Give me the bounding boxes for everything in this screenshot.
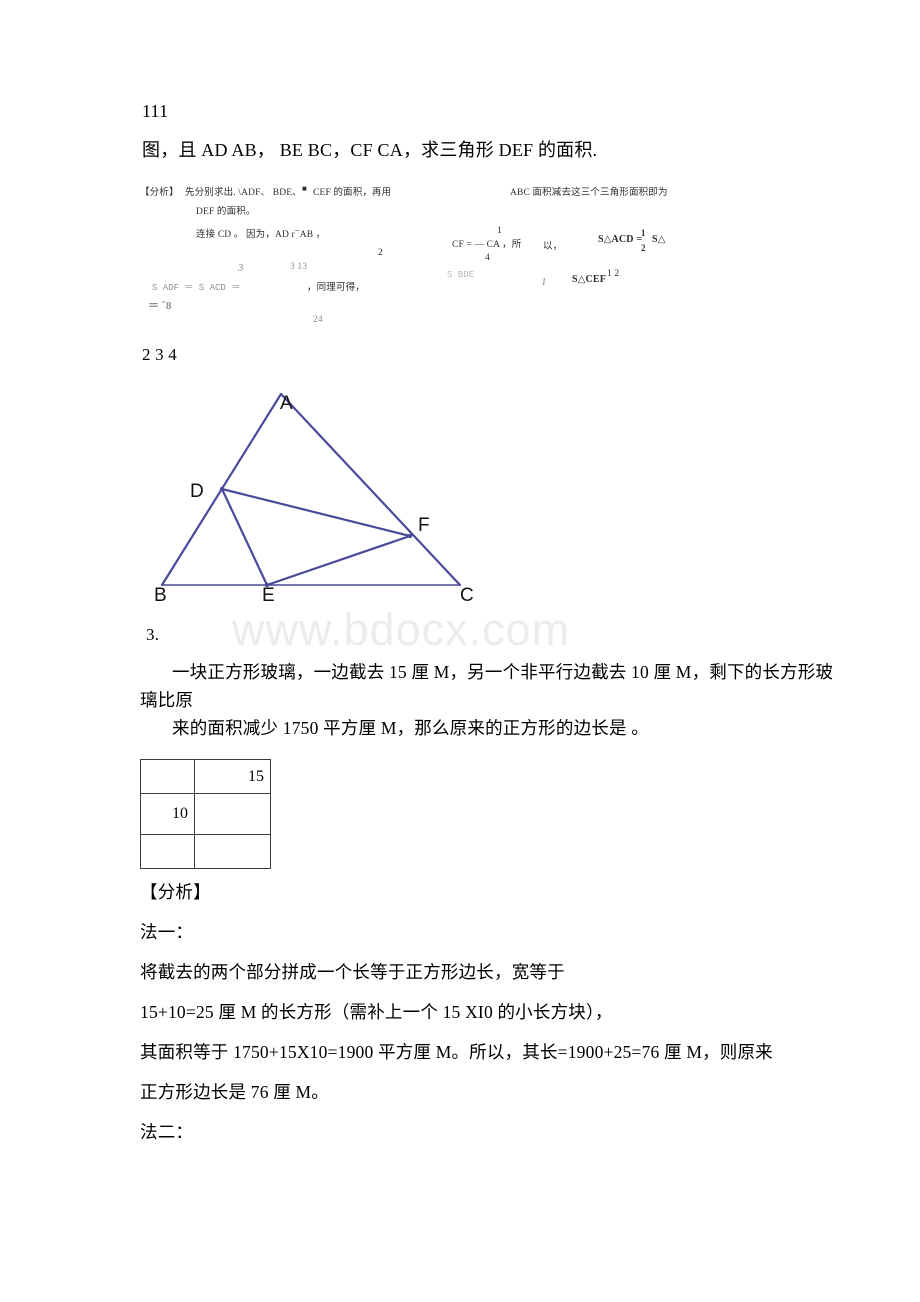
segment-EF <box>265 534 412 587</box>
table-cell <box>140 834 195 869</box>
formula-frag-half-denominator: 2 <box>641 243 646 253</box>
vertex-label-C: C <box>460 585 474 606</box>
formula-frag-3: 3 <box>238 262 244 274</box>
table-cell: 15 <box>194 759 271 794</box>
method-one-line-2: 15+10=25 厘 M 的长方形（需补上一个 15 XI0 的小长方块）， <box>140 1002 613 1022</box>
page-number: 111 <box>142 101 169 121</box>
formula-frag-s-cef: S△CEF <box>572 274 607 285</box>
formula-frag-24: 24 <box>313 315 323 325</box>
formula-frag-tongli: ，同理可得， <box>307 283 365 293</box>
problem-3-text-line1: 一块正方形玻璃，一边截去 15 厘 M，另一个非平行边截去 10 厘 M，剩下的… <box>140 662 834 711</box>
vertex-dot-D <box>219 486 225 492</box>
formula-frag-4: 4 <box>485 253 490 263</box>
formula-frag-half-numerator: 1 <box>641 228 646 238</box>
formula-frag-3-13: 3 13 <box>290 262 308 272</box>
problem-3-number: 3. <box>146 625 160 644</box>
vertex-label-B: B <box>154 585 167 606</box>
vertex-label-A: A <box>280 393 293 414</box>
analysis-label-p3: 【分析】 <box>140 882 211 902</box>
segment-CA <box>279 392 462 587</box>
triangle-lines <box>160 392 462 587</box>
analysis-line3: 连接 CD 。 因为，AD r¯AB ， <box>196 230 326 240</box>
analysis-line1-a: 先分别求出. \ADF、 BDE、 <box>185 188 302 198</box>
method-one-line-1: 将截去的两个部分拼成一个长等于正方形边长，宽等于 <box>140 962 565 982</box>
vertex-label-E: E <box>262 585 275 606</box>
analysis-line1-marker: ■ <box>302 184 307 193</box>
formula-frag-1-2: 1 2 <box>607 269 620 279</box>
method-two-label: 法二： <box>140 1122 194 1142</box>
document-page: www.bdocx.com 111 图，且 AD AB， BE BC，CF CA… <box>0 0 920 1302</box>
formula-frag-s-adf: S ADF ＝ S ACD ＝ <box>152 283 241 293</box>
method-one-line-3: 其面积等于 1750+15X10=1900 平方厘 M。所以，其长=1900+2… <box>140 1042 773 1062</box>
analysis-line1-b: CEF 的面积，再用 <box>313 188 392 198</box>
glass-cut-table: 15 10 <box>140 759 271 869</box>
table-cell <box>194 834 271 869</box>
segment-DE <box>220 487 269 587</box>
formula-frag-s-bde: S BDE <box>447 270 475 280</box>
formula-frag-s-acd: S△ACD = <box>598 234 643 245</box>
table-row: 15 <box>140 759 271 794</box>
analysis-line1-right: ABC 面积减去这三个三角形面积即为 <box>510 188 668 198</box>
figure-caption-numbers: 2 3 4 <box>142 345 177 364</box>
formula-frag-ital-1: 1 <box>541 276 547 288</box>
formula-frag-numerator-1: 1 <box>497 226 502 236</box>
formula-frag-2: 2 <box>378 248 383 258</box>
vertex-label-D: D <box>190 481 204 502</box>
analysis-line2: DEF 的面积。 <box>196 207 256 217</box>
analysis-label-p2: 【分析】 <box>140 188 179 198</box>
formula-frag-cf: CF = — CA ，所 <box>452 240 522 250</box>
method-one-line-4: 正方形边长是 76 厘 M。 <box>140 1082 329 1102</box>
triangle-figure: A B C D E F <box>140 375 500 615</box>
table-cell <box>194 793 271 835</box>
table-cell <box>140 759 195 794</box>
segment-FD <box>220 487 412 538</box>
table-row <box>140 834 271 869</box>
problem-2-prompt: 图，且 AD AB， BE BC，CF CA，求三角形 DEF 的面积. <box>142 140 598 160</box>
formula-frag-s-delta: S△ <box>652 234 666 245</box>
vertex-label-F: F <box>418 515 430 536</box>
formula-frag-8: ＝ ˝8 <box>148 300 172 312</box>
problem-3-text-line2: 来的面积减少 1750 平方厘 M，那么原来的正方形的边长是 。 <box>172 718 649 738</box>
table-cell: 10 <box>140 793 195 835</box>
formula-frag-yi: 以， <box>543 242 563 252</box>
vertex-dot-F <box>407 533 413 539</box>
method-one-label: 法一： <box>140 922 194 942</box>
table-row: 10 <box>140 793 271 835</box>
